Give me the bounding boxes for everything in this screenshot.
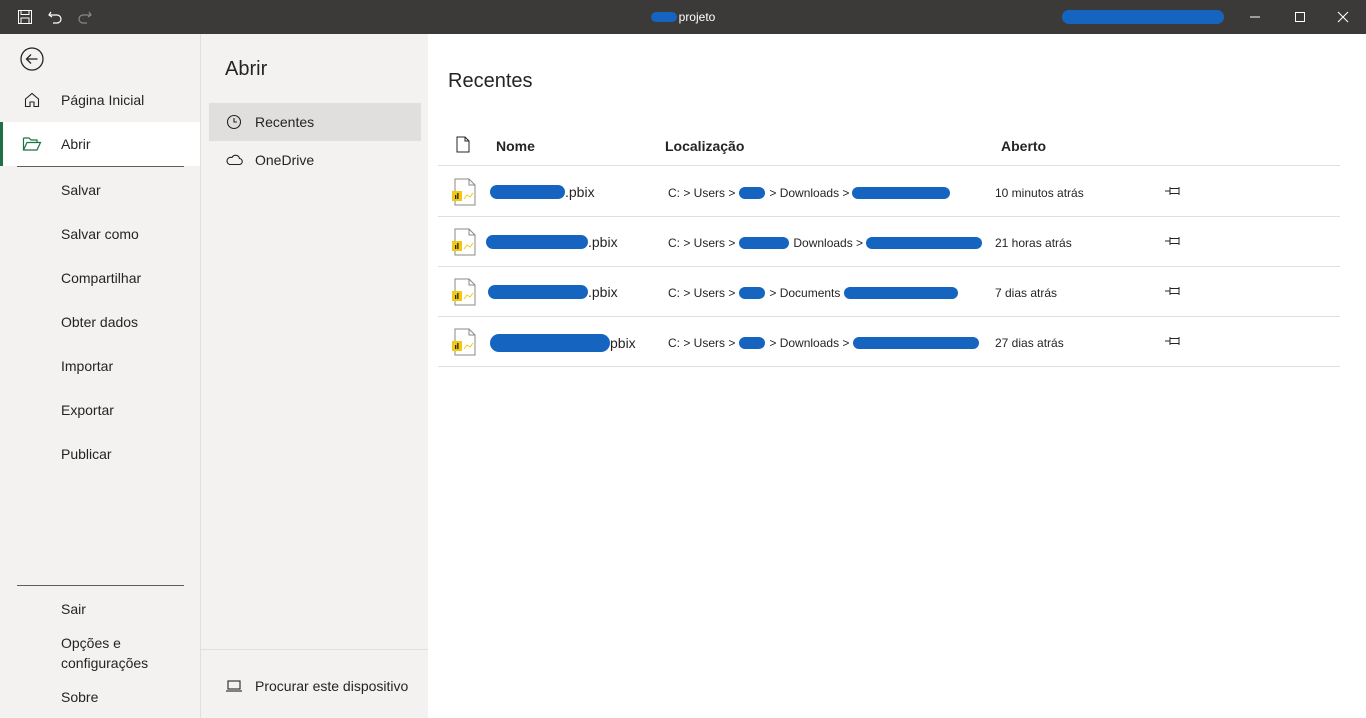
opened-time: 27 dias atrás [995,336,1064,350]
redacted-text [650,12,677,22]
file-name: .pbix [488,284,618,300]
nav-item-home[interactable]: Página Inicial [0,78,200,122]
location-onedrive[interactable]: OneDrive [209,141,421,179]
redacted-text [490,334,610,352]
cloud-icon [225,151,243,169]
nav-item-about[interactable]: Sobre [61,687,98,707]
nav-item-get-data[interactable]: Obter dados [61,312,138,332]
minimize-icon[interactable] [1232,0,1278,34]
file-icon [456,136,470,156]
backstage-nav: Página Inicial Abrir Salvar Salvar como … [0,34,200,718]
page-title: Recentes [448,70,533,92]
nav-item-export[interactable]: Exportar [61,400,114,420]
pbix-file-icon [450,278,478,306]
redacted-text [844,287,959,299]
pbix-file-icon [450,228,478,256]
column-header-location[interactable]: Localização [665,138,744,154]
laptop-icon [225,677,243,695]
close-icon[interactable] [1320,0,1366,34]
redacted-text [486,235,588,249]
table-row[interactable]: .pbix C: > Users > > Documents 7 dias at… [438,267,1340,317]
window-title-text: projeto [678,10,716,24]
pin-icon[interactable] [1163,181,1183,201]
file-name-suffix: .pbix [588,234,618,250]
nav-item-options-line2: configurações [61,655,149,671]
pbix-file-icon [450,328,478,356]
location-recent[interactable]: Recentes [209,103,421,141]
location-label: OneDrive [255,152,315,168]
recent-files-panel: Recentes Nome Localização Aberto .pbix C… [428,34,1366,718]
clock-icon [225,113,243,131]
browse-device-label: Procurar este dispositivo [255,678,409,694]
pane-divider [201,649,429,650]
location-folder: Downloads > [793,236,864,250]
pin-icon[interactable] [1163,331,1183,351]
nav-item-save-as[interactable]: Salvar como [61,224,139,244]
table-row[interactable]: .pbix C: > Users > Downloads > 21 horas … [438,217,1340,267]
save-icon[interactable] [10,0,40,34]
redacted-text [739,187,766,199]
file-name: pbix [490,334,636,352]
redacted-text [853,337,980,349]
maximize-icon[interactable] [1277,0,1323,34]
nav-item-share[interactable]: Compartilhar [61,268,141,288]
nav-item-import[interactable]: Importar [61,356,113,376]
nav-item-label: Página Inicial [61,92,145,108]
redo-icon[interactable] [70,0,100,34]
location-folder: > Documents [769,286,841,300]
user-account-redacted[interactable] [1062,10,1224,24]
redacted-text [739,237,790,249]
pane-title: Abrir [225,58,268,80]
pin-icon[interactable] [1163,231,1183,251]
undo-icon[interactable] [40,0,70,34]
location-prefix: C: > Users > [668,286,736,300]
redacted-text [488,285,588,299]
nav-item-exit[interactable]: Sair [61,599,86,619]
folder-open-icon [21,133,43,155]
nav-item-label: Abrir [61,136,91,152]
file-location: C: > Users > > Downloads > [668,186,951,200]
home-icon [21,89,43,111]
nav-divider-bottom [17,585,184,586]
file-name: .pbix [486,234,618,250]
file-name: .pbix [490,184,595,200]
file-location: C: > Users > > Documents [668,286,959,300]
redacted-text [739,337,766,349]
location-prefix: C: > Users > [668,336,736,350]
nav-item-publish[interactable]: Publicar [61,444,112,464]
opened-time: 7 dias atrás [995,286,1058,300]
redacted-text [739,287,766,299]
open-locations-pane: Abrir Recentes OneDrive Procurar este di… [200,34,429,718]
nav-item-options[interactable]: Opções e configurações [61,633,148,673]
location-folder: > Downloads > [769,186,850,200]
file-name-suffix: .pbix [588,284,618,300]
table-row[interactable]: .pbix C: > Users > > Downloads > 10 minu… [438,167,1340,217]
opened-time: 10 minutos atrás [995,186,1084,200]
location-prefix: C: > Users > [668,236,736,250]
file-location: C: > Users > Downloads > [668,236,983,250]
table-row[interactable]: pbix C: > Users > > Downloads > 27 dias … [438,317,1340,367]
back-arrow-icon[interactable] [18,45,46,73]
pbix-file-icon [450,178,478,206]
column-header-name[interactable]: Nome [496,138,535,154]
location-folder: > Downloads > [769,336,850,350]
redacted-text [852,187,951,199]
location-prefix: C: > Users > [668,186,736,200]
title-bar: projeto [0,0,1366,34]
nav-divider [17,166,184,167]
nav-item-save[interactable]: Salvar [61,180,101,200]
file-name-suffix: pbix [610,335,636,351]
pin-icon[interactable] [1163,281,1183,301]
browse-device-button[interactable]: Procurar este dispositivo [209,667,421,705]
table-header: Nome Localização Aberto [438,126,1340,166]
redacted-text [490,185,565,199]
redacted-text [866,237,983,249]
nav-item-open[interactable]: Abrir [0,122,200,166]
location-label: Recentes [255,114,315,130]
nav-item-options-line1: Opções e [61,635,121,651]
file-location: C: > Users > > Downloads > [668,336,980,350]
column-header-opened[interactable]: Aberto [1001,138,1046,154]
opened-time: 21 horas atrás [995,236,1072,250]
file-name-suffix: .pbix [565,184,595,200]
